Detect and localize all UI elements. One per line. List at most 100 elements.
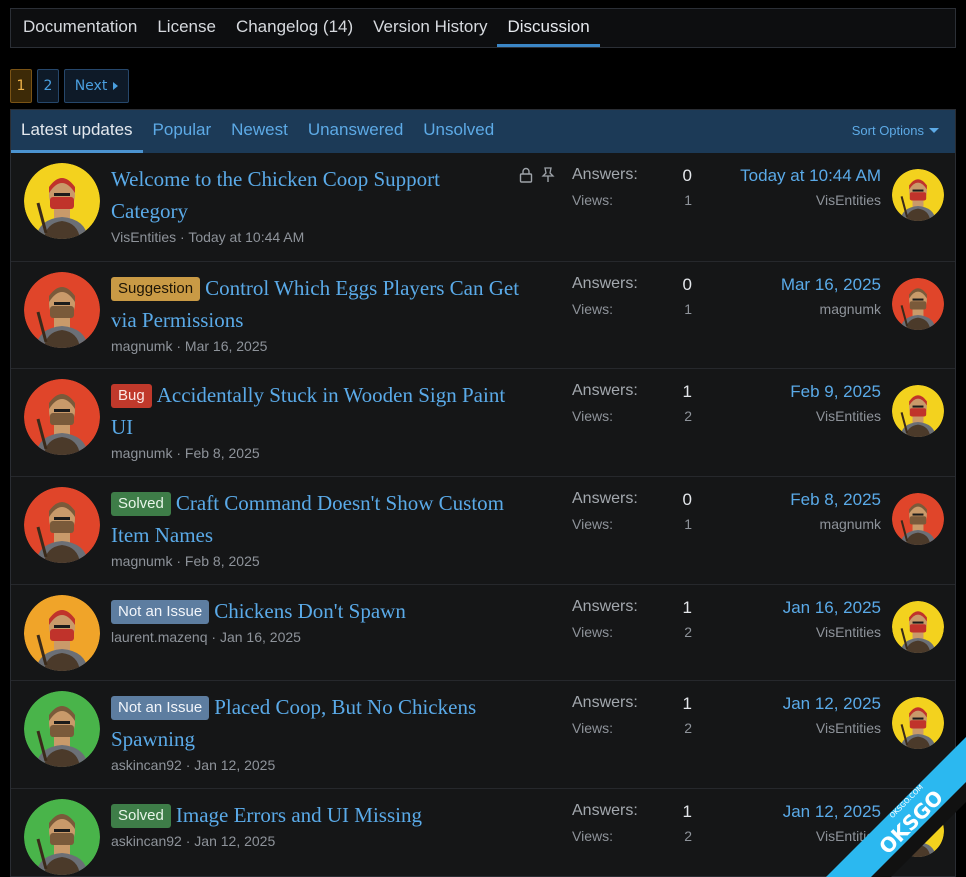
thread-stats: Answers: 0 Views: 1	[572, 166, 692, 208]
prefix-label[interactable]: Not an Issue	[111, 600, 210, 624]
last-post-user[interactable]: VisEntities	[783, 720, 881, 736]
last-poster-avatar[interactable]	[892, 805, 944, 857]
thread-row: Solved Image Errors and UI Missing askinca…	[11, 788, 955, 876]
last-post-user[interactable]: VisEntities	[783, 828, 881, 844]
thread-title-link[interactable]: Image Errors and UI Missing	[176, 803, 422, 827]
thread-stats: Answers: 1 Views: 2	[572, 802, 692, 844]
author-username[interactable]: askincan92	[111, 757, 182, 773]
thread-stats: Answers: 1 Views: 2	[572, 382, 692, 424]
thread-title-link[interactable]: Placed Coop, But No Chickens	[214, 695, 476, 719]
filter-unanswered[interactable]: Unanswered	[298, 110, 413, 153]
start-date[interactable]: Mar 16, 2025	[185, 338, 268, 354]
last-post-user[interactable]: VisEntities	[790, 408, 881, 424]
thread-row: Not an Issue Placed Coop, But No Chickens…	[11, 680, 955, 788]
answers-count: 1	[682, 802, 692, 821]
thread-title-link[interactable]: Craft Command Doesn't Show Custom	[176, 491, 504, 515]
answers-stat: Answers: 0	[572, 490, 692, 510]
author-avatar[interactable]	[24, 487, 100, 563]
views-label: Views:	[572, 192, 613, 208]
last-poster-avatar[interactable]	[892, 278, 944, 330]
tab-version-history[interactable]: Version History	[363, 9, 497, 47]
last-post-date[interactable]: Mar 16, 2025	[781, 275, 881, 295]
last-post-user[interactable]: magnumk	[781, 301, 881, 317]
last-poster-avatar[interactable]	[892, 493, 944, 545]
last-post-user[interactable]: magnumk	[790, 516, 881, 532]
thread-list: Latest updates Popular Newest Unanswered…	[10, 109, 956, 877]
filter-newest[interactable]: Newest	[221, 110, 298, 153]
filter-unsolved[interactable]: Unsolved	[413, 110, 504, 153]
author-avatar[interactable]	[24, 595, 100, 671]
author-avatar[interactable]	[24, 379, 100, 455]
thread-title: Welcome to the Chicken Coop Support Categ…	[111, 163, 551, 227]
author-username[interactable]: magnumk	[111, 338, 172, 354]
thread-stats: Answers: 1 Views: 2	[572, 598, 692, 640]
page-1-button[interactable]: 1	[10, 69, 32, 103]
answers-stat: Answers: 1	[572, 598, 692, 618]
prefix-label[interactable]: Solved	[111, 492, 171, 516]
answers-count: 0	[682, 275, 692, 294]
last-post-date[interactable]: Jan 12, 2025	[783, 694, 881, 714]
filter-bar: Latest updates Popular Newest Unanswered…	[11, 110, 955, 153]
thread-title-link-cont[interactable]: Spawning	[111, 727, 195, 751]
start-date[interactable]: Jan 12, 2025	[194, 833, 275, 849]
author-username[interactable]: askincan92	[111, 833, 182, 849]
meta-separator: ·	[172, 445, 185, 461]
thread-meta: magnumk · Mar 16, 2025	[111, 338, 267, 354]
thread-meta: magnumk · Feb 8, 2025	[111, 445, 260, 461]
last-poster-avatar[interactable]	[892, 697, 944, 749]
thread-title-link[interactable]: Chickens Don't Spawn	[214, 599, 406, 623]
prefix-label[interactable]: Solved	[111, 804, 171, 828]
author-avatar[interactable]	[24, 163, 100, 239]
thread-title-link-cont[interactable]: via Permissions	[111, 308, 243, 332]
last-post-user[interactable]: VisEntities	[740, 192, 881, 208]
last-post-date[interactable]: Today at 10:44 AM	[740, 166, 881, 186]
thread-title: Solved Image Errors and UI Missing	[111, 799, 551, 831]
prefix-label[interactable]: Bug	[111, 384, 152, 408]
meta-separator: ·	[181, 757, 195, 773]
thread-title-link[interactable]: Welcome to the Chicken Coop Support	[111, 167, 440, 191]
thread-row: Bug Accidentally Stuck in Wooden Sign Pai…	[11, 368, 955, 476]
start-date[interactable]: Jan 16, 2025	[220, 629, 301, 645]
page-2-button[interactable]: 2	[37, 69, 59, 103]
filter-popular[interactable]: Popular	[143, 110, 222, 153]
author-avatar[interactable]	[24, 272, 100, 348]
tab-documentation[interactable]: Documentation	[13, 9, 147, 47]
last-poster-avatar[interactable]	[892, 601, 944, 653]
last-post-user[interactable]: VisEntities	[783, 624, 881, 640]
tab-license[interactable]: License	[147, 9, 226, 47]
thread-title-link-cont[interactable]: Category	[111, 199, 188, 223]
sort-options-button[interactable]: Sort Options	[852, 123, 939, 138]
author-username[interactable]: magnumk	[111, 445, 172, 461]
start-date[interactable]: Jan 12, 2025	[194, 757, 275, 773]
next-label: Next	[74, 78, 108, 94]
last-post: Feb 8, 2025 magnumk	[790, 490, 881, 532]
author-username[interactable]: magnumk	[111, 553, 172, 569]
prefix-label[interactable]: Not an Issue	[111, 696, 210, 720]
thread-title-link-cont[interactable]: UI	[111, 415, 133, 439]
last-poster-avatar[interactable]	[892, 385, 944, 437]
start-date[interactable]: Feb 8, 2025	[185, 553, 260, 569]
views-count: 1	[684, 192, 692, 208]
last-post-date[interactable]: Feb 9, 2025	[790, 382, 881, 402]
author-avatar[interactable]	[24, 691, 100, 767]
start-date[interactable]: Feb 8, 2025	[185, 445, 260, 461]
thread-title-link[interactable]: Control Which Eggs Players Can Get	[205, 276, 519, 300]
tab-discussion[interactable]: Discussion	[497, 9, 600, 47]
last-post-date[interactable]: Feb 8, 2025	[790, 490, 881, 510]
last-post-date[interactable]: Jan 12, 2025	[783, 802, 881, 822]
last-poster-avatar[interactable]	[892, 169, 944, 221]
last-post-date[interactable]: Jan 16, 2025	[783, 598, 881, 618]
author-username[interactable]: VisEntities	[111, 229, 176, 245]
start-date[interactable]: Today at 10:44 AM	[188, 229, 304, 245]
thread-title-link[interactable]: Accidentally Stuck in Wooden Sign Paint	[157, 383, 505, 407]
filter-latest-updates[interactable]: Latest updates	[11, 110, 143, 153]
author-avatar[interactable]	[24, 799, 100, 875]
author-username[interactable]: laurent.mazenq	[111, 629, 208, 645]
next-page-button[interactable]: Next	[64, 69, 129, 103]
thread-row: Welcome to the Chicken Coop Support Categ…	[11, 153, 955, 261]
prefix-label[interactable]: Suggestion	[111, 277, 201, 301]
thread-title-link-cont[interactable]: Item Names	[111, 523, 213, 547]
views-count: 2	[684, 828, 692, 844]
thread-title: Solved Craft Command Doesn't Show Custom I…	[111, 487, 551, 551]
tab-changelog[interactable]: Changelog (14)	[226, 9, 363, 47]
